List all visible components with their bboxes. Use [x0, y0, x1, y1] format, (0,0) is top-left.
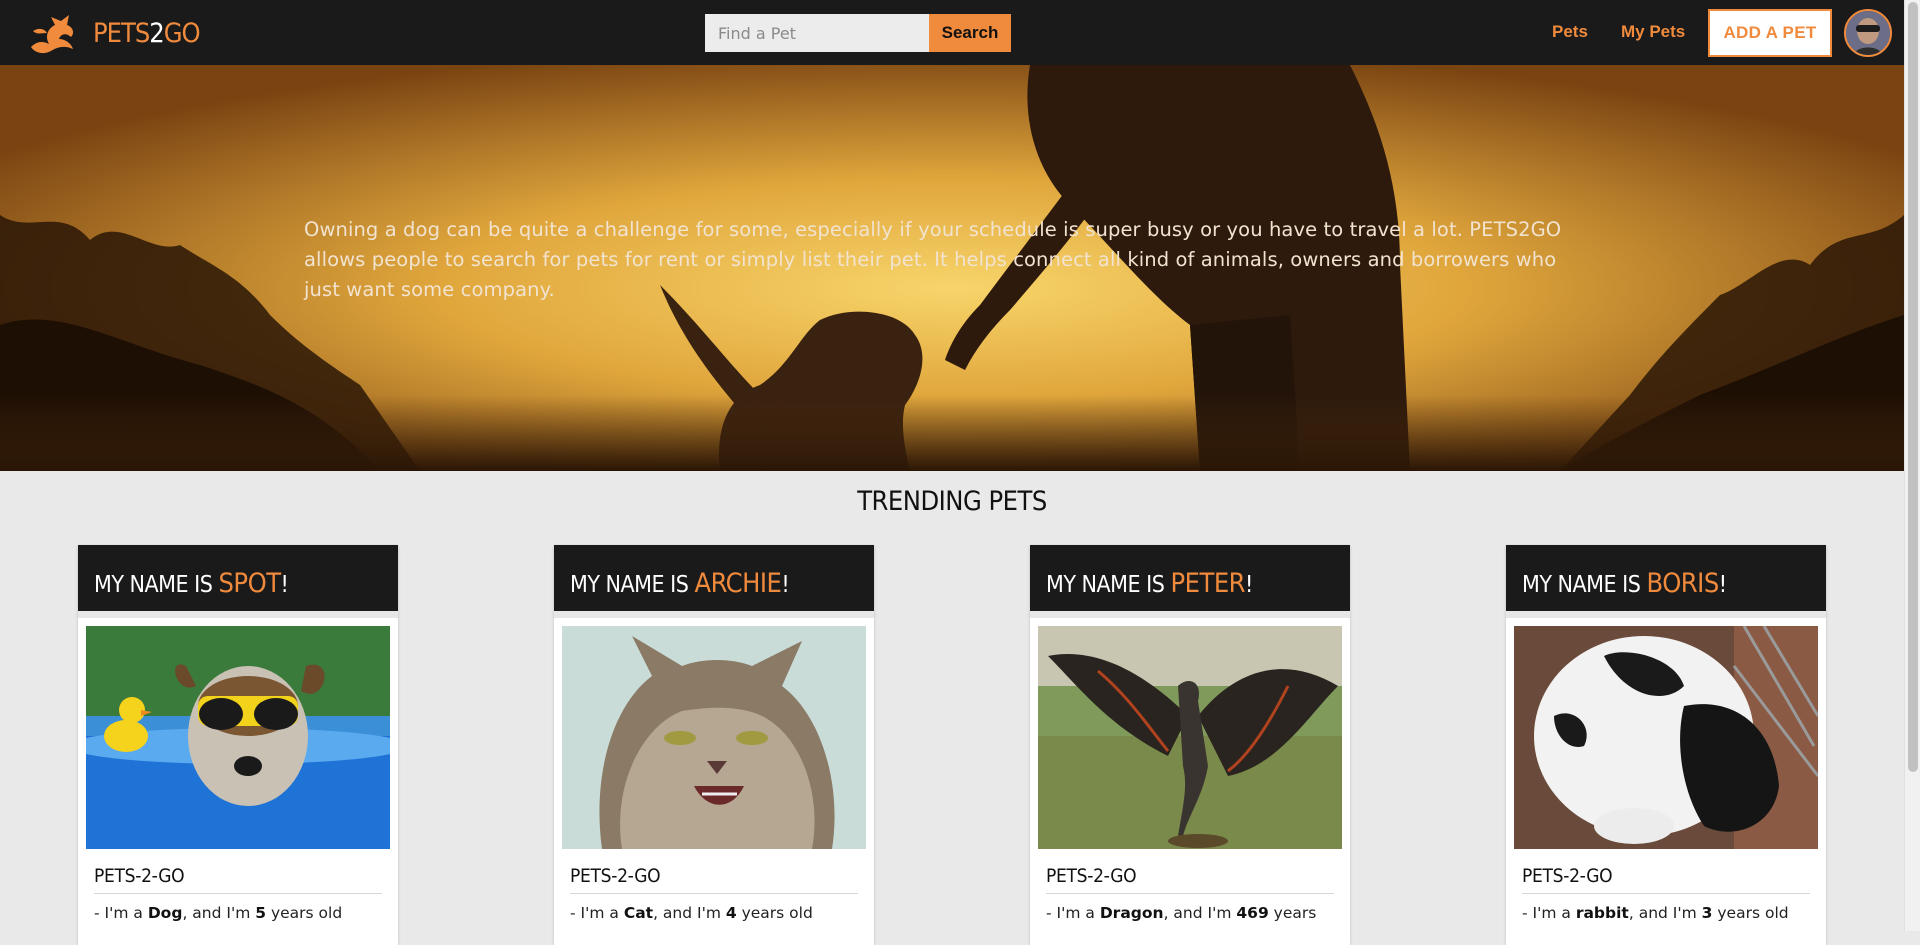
grumpy-cat-photo[interactable]	[562, 626, 866, 849]
pet-card[interactable]: MY NAME IS SPOT! PETS-2-GO - I'm a Dog, …	[78, 545, 398, 945]
pet-card-description: - I'm a rabbit, and I'm 3 years old	[1522, 904, 1789, 922]
pet-name: ARCHIE	[694, 568, 782, 599]
pet-card-brand: PETS-2-GO	[94, 865, 382, 894]
pet-card-header: MY NAME IS PETER!	[1030, 545, 1350, 618]
brand-link[interactable]: PETS2GO	[27, 11, 201, 55]
pet-card-body: PETS-2-GO - I'm a rabbit, and I'm 3 year…	[1522, 865, 1810, 922]
dragon-photo[interactable]	[1038, 626, 1342, 849]
pet-card-header: MY NAME IS SPOT!	[78, 545, 398, 618]
dragon-logo-icon	[31, 15, 74, 54]
brand-name: PETS2GO	[93, 17, 201, 49]
hero-description: Owning a dog can be quite a challenge fo…	[304, 218, 1562, 301]
scrollbar-thumb[interactable]	[1908, 2, 1918, 772]
pet-card[interactable]: MY NAME IS BORIS! PETS-2-GO - I'm a rabb…	[1506, 545, 1826, 945]
add-pet-button[interactable]: ADD A PET	[1708, 9, 1832, 57]
trending-title: TRENDING PETS	[857, 486, 1047, 517]
pet-card-body: PETS-2-GO - I'm a Dragon, and I'm 469 ye…	[1046, 865, 1334, 922]
pet-card[interactable]: MY NAME IS ARCHIE! PETS-2-GO - I'm a Cat…	[554, 545, 874, 945]
page-scrollbar[interactable]	[1904, 0, 1920, 931]
pet-card-body: PETS-2-GO - I'm a Cat, and I'm 4 years o…	[570, 865, 858, 922]
pet-card[interactable]: MY NAME IS PETER! PETS-2-GO - I'm a Drag…	[1030, 545, 1350, 945]
pet-card-description: - I'm a Dragon, and I'm 469 years	[1046, 904, 1317, 922]
pet-card-brand: PETS-2-GO	[570, 865, 858, 894]
pet-card-header: MY NAME IS BORIS!	[1506, 545, 1826, 618]
pet-card-description: - I'm a Dog, and I'm 5 years old	[94, 904, 343, 922]
black-white-rabbit-photo[interactable]	[1514, 626, 1818, 849]
nav-link-pets[interactable]: Pets	[1552, 22, 1588, 42]
search-button[interactable]: Search	[929, 14, 1011, 52]
avatar-image	[1846, 11, 1890, 55]
pet-name: SPOT	[218, 568, 282, 599]
pet-name: PETER	[1170, 568, 1246, 599]
top-navbar: PETS2GO Search Pets My Pets ADD A PET	[0, 0, 1904, 65]
pet-card-body: PETS-2-GO - I'm a Dog, and I'm 5 years o…	[94, 865, 382, 922]
search-input[interactable]	[705, 14, 929, 52]
pet-card-header: MY NAME IS ARCHIE!	[554, 545, 874, 618]
dog-with-sunglasses-photo[interactable]	[86, 626, 390, 849]
pet-card-brand: PETS-2-GO	[1522, 865, 1810, 894]
hero-banner: Owning a dog can be quite a challenge fo…	[0, 65, 1904, 471]
nav-link-my-pets[interactable]: My Pets	[1621, 22, 1685, 42]
pet-card-brand: PETS-2-GO	[1046, 865, 1334, 894]
search-form: Search	[705, 14, 1011, 52]
pet-card-description: - I'm a Cat, and I'm 4 years old	[570, 904, 813, 922]
user-avatar-icon[interactable]	[1844, 9, 1892, 57]
pet-name: BORIS	[1646, 568, 1720, 599]
